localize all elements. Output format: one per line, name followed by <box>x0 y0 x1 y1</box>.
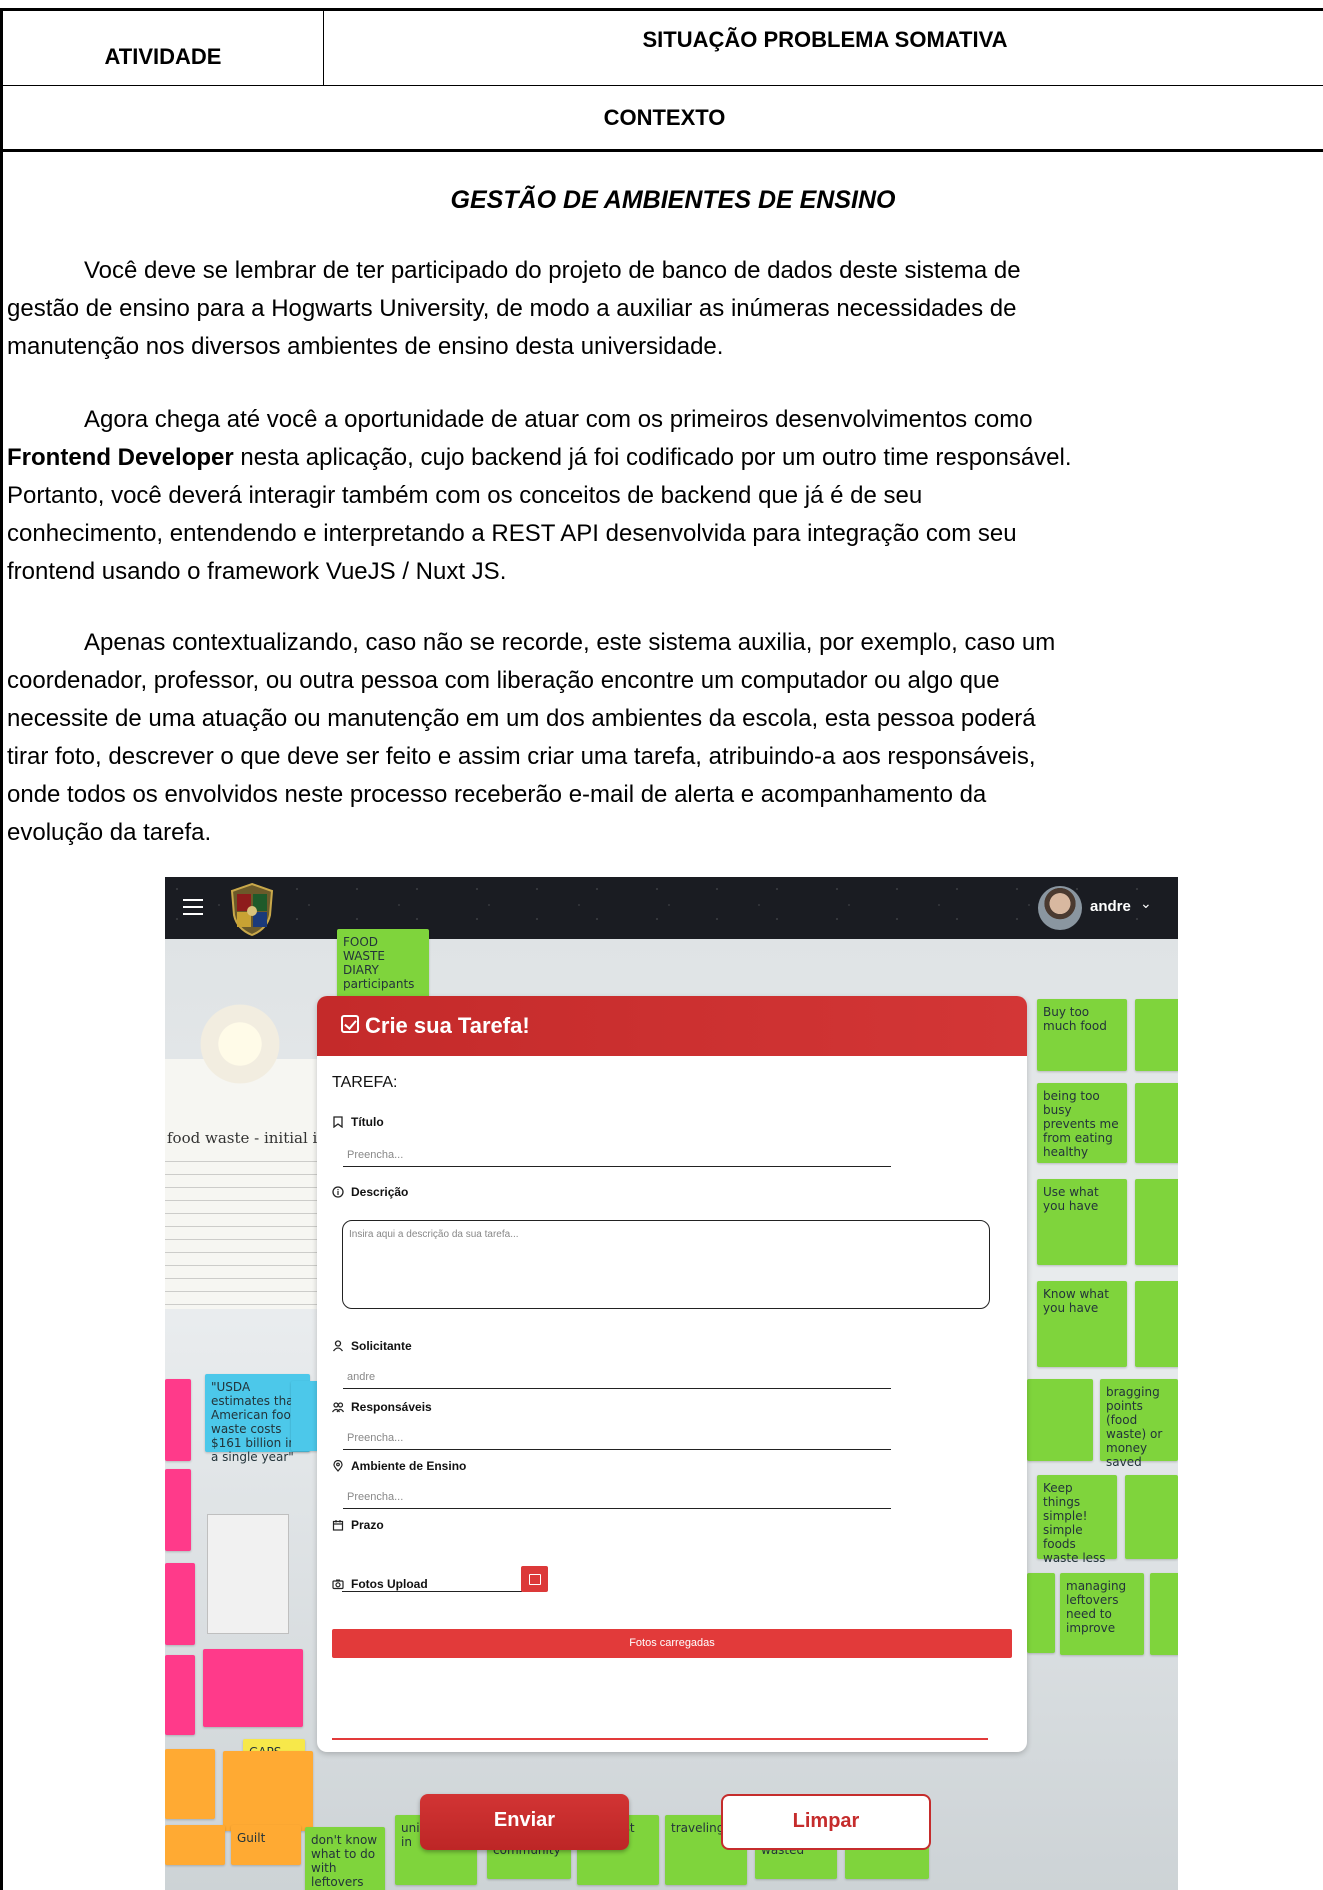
location-pin-icon <box>333 1460 343 1472</box>
ambiente-label: Ambiente de Ensino <box>351 1459 467 1473</box>
calendar-icon <box>332 1520 344 1531</box>
context-label: CONTEXTO <box>3 86 1323 152</box>
para1-line: gestão de ensino para a Hogwarts Univers… <box>7 295 1017 322</box>
card-header: Crie sua Tarefa! <box>317 996 1027 1056</box>
sticky-note: don't know what to do with leftovers or … <box>305 1827 385 1890</box>
sticky-note <box>1135 1083 1178 1163</box>
sticky-note: Know what you have <box>1037 1281 1127 1367</box>
fotos-label: Fotos Upload <box>351 1577 428 1591</box>
people-icon <box>332 1402 344 1413</box>
titulo-input[interactable]: Preencha... <box>343 1139 891 1167</box>
hogwarts-crest-icon <box>230 882 274 937</box>
calendar-picker-button[interactable] <box>521 1566 548 1592</box>
paragraph-3: Apenas contextualizando, caso não se rec… <box>7 624 1323 852</box>
responsaveis-input[interactable]: Preencha... <box>343 1422 891 1450</box>
sticky-note: FOOD WASTE DIARY participants <box>337 929 429 999</box>
ambiente-input[interactable]: Preencha... <box>343 1481 891 1509</box>
chevron-down-icon[interactable]: ⌄ <box>1140 895 1152 912</box>
sticky-note <box>1150 1573 1178 1655</box>
para3-line: tirar foto, descrever o que deve ser fei… <box>7 743 1036 770</box>
app-topbar: andre ⌄ <box>165 877 1178 939</box>
solicitante-input[interactable]: andre <box>343 1361 891 1389</box>
bookmark-icon <box>333 1116 343 1128</box>
document-title: GESTÃO DE AMBIENTES DE ENSINO <box>450 186 896 214</box>
sticky-note: Guilt <box>231 1825 301 1865</box>
card-title: Crie sua Tarefa! <box>365 1013 530 1038</box>
sticky-note: Keep things simple! simple foods waste l… <box>1037 1475 1117 1565</box>
sticky-note <box>165 1749 215 1819</box>
sticky-note <box>165 1655 195 1735</box>
sticky-note <box>1135 1281 1178 1367</box>
paragraph-1: Você deve se lembrar de ter participado … <box>7 252 1323 366</box>
sticky-note <box>165 1469 191 1551</box>
sticky-note <box>165 1379 191 1461</box>
user-name[interactable]: andre <box>1090 898 1131 915</box>
sticky-note <box>203 1649 303 1727</box>
prazo-label: Prazo <box>351 1518 384 1532</box>
responsaveis-label: Responsáveis <box>351 1400 432 1414</box>
fotos-upload-button[interactable]: Fotos carregadas <box>332 1629 1012 1658</box>
sticky-note <box>1027 1379 1093 1461</box>
para2-line: Portanto, você deverá interagir também c… <box>7 482 923 509</box>
user-avatar[interactable] <box>1038 886 1082 930</box>
solicitante-label: Solicitante <box>351 1339 412 1353</box>
divider <box>332 1738 988 1740</box>
clear-button[interactable]: Limpar <box>721 1794 931 1850</box>
descricao-label: Descrição <box>351 1185 409 1199</box>
activity-label: ATIVIDADE <box>3 11 324 86</box>
header-row: ATIVIDADE SITUAÇÃO PROBLEMA SOMATIVA <box>3 11 1323 86</box>
sticky-note <box>291 1381 319 1451</box>
sticky-note: being too busy prevents me from eating h… <box>1037 1083 1127 1163</box>
frontend-developer-bold: Frontend Developer <box>7 444 234 471</box>
para3-line: onde todos os envolvidos neste processo … <box>7 781 987 808</box>
para2-line: nesta aplicação, cujo backend já foi cod… <box>233 444 1072 471</box>
sticky-note <box>165 1825 225 1865</box>
activity-value: SITUAÇÃO PROBLEMA SOMATIVA <box>642 27 1008 52</box>
para2-line: frontend usando o framework VueJS / Nuxt… <box>7 558 507 585</box>
sticky-note <box>223 1751 313 1831</box>
app-screenshot: andre ⌄ food waste - initial interview i… <box>165 877 1178 1890</box>
para3-line: evolução da tarefa. <box>7 819 212 846</box>
checkbox-icon <box>341 1015 359 1033</box>
para1-line: Você deve se lembrar de ter participado … <box>84 257 1021 284</box>
sticky-note <box>1027 1573 1055 1653</box>
section-label: TAREFA: <box>332 1074 398 1091</box>
para2-line: conhecimento, entendendo e interpretando… <box>7 520 1017 547</box>
info-icon <box>332 1186 344 1198</box>
send-button[interactable]: Enviar <box>420 1794 629 1850</box>
sticky-note: Use what you have <box>1037 1179 1127 1265</box>
para1-line: manutenção nos diversos ambientes de ens… <box>7 333 724 360</box>
sticky-note: bragging points (food waste) or money sa… <box>1100 1379 1178 1469</box>
sticky-note <box>165 1563 195 1645</box>
sticky-note: managing leftovers need to improve <box>1060 1573 1144 1655</box>
para2-line: Agora chega até você a oportunidade de a… <box>84 406 1033 433</box>
whiteboard-notes <box>165 1149 325 1309</box>
wall-light-switch <box>207 1514 289 1634</box>
sticky-note <box>1125 1475 1178 1559</box>
para3-line: necessite de uma atuação ou manutenção e… <box>7 705 1036 732</box>
para3-line: coordenador, professor, ou outra pessoa … <box>7 667 1000 694</box>
create-task-card: Crie sua Tarefa! TAREFA: Título Preencha… <box>317 996 1027 1752</box>
camera-icon <box>332 1579 344 1590</box>
sticky-note <box>1135 999 1178 1071</box>
para3-line: Apenas contextualizando, caso não se rec… <box>84 629 1056 656</box>
sticky-note <box>1135 1179 1178 1265</box>
titulo-label: Título <box>351 1115 384 1129</box>
sticky-note: Buy too much food <box>1037 999 1127 1071</box>
descricao-textarea[interactable]: Insira aqui a descrição da sua tarefa... <box>342 1220 990 1309</box>
paragraph-2: Agora chega até você a oportunidade de a… <box>7 401 1323 591</box>
lamp <box>185 999 295 1089</box>
person-icon <box>332 1340 344 1352</box>
menu-icon[interactable] <box>183 899 203 915</box>
